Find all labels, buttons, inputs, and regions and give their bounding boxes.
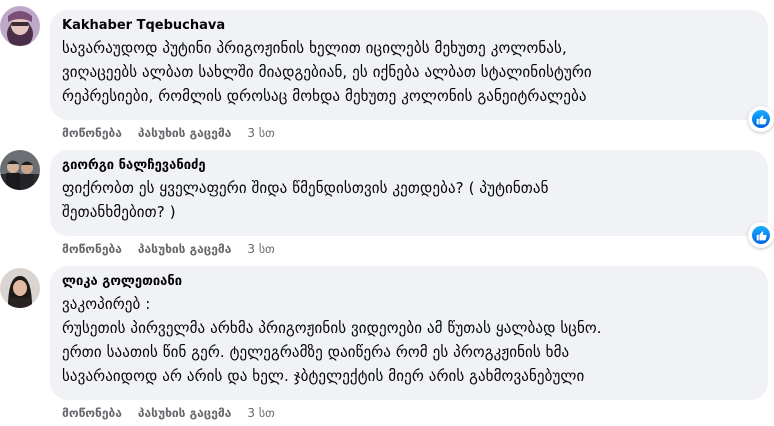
comment-text-line: ვაკოპირებ : [62,295,151,313]
comment-bubble: Kakhaber Tqebuchava სავარაუდოდ პუტინი პრ… [50,10,774,132]
profile-photo [0,6,40,46]
like-button[interactable]: მოწონება [62,125,122,141]
like-button[interactable]: მოწონება [62,405,122,421]
profile-photo [0,268,40,308]
timestamp[interactable]: 3 სთ [247,241,274,257]
like-icon [752,226,770,244]
reply-button[interactable]: პასუხის გაცემა [138,405,231,421]
comment-text-line: რეპრესიები, რომლის დროსაც მოხდა მეხუთე კ… [62,87,587,105]
comment-bubble: გიორგი ნალჩევანიძე ფიქრობთ ეს ყველაფერი … [50,150,774,248]
like-icon [752,110,770,128]
avatar[interactable] [0,6,40,46]
comment-bubble: ლიკა გოლეთიანი ვაკოპირებ : რუსეთის პირვე… [50,266,768,400]
comment-actions: მოწონება პასუხის გაცემა 3 სთ [62,405,275,421]
comment-text-line: სავარაიდოდ არ არის და ხელ. ჯბტელექტის მი… [62,367,585,385]
comment-text-line: შეთანხმებით? ) [62,203,176,221]
reply-button[interactable]: პასუხის გაცემა [138,125,231,141]
comment-text-line: ვიღაცეებს ალბათ სახლში მიადგებიან, ეს იქ… [62,63,592,81]
timestamp[interactable]: 3 სთ [247,405,274,421]
reply-button[interactable]: პასუხის გაცემა [138,241,231,257]
like-button[interactable]: მოწონება [62,241,122,257]
comment-author[interactable]: Kakhaber Tqebuchava [62,18,754,34]
timestamp[interactable]: 3 სთ [247,125,274,141]
avatar[interactable] [0,268,40,308]
avatar[interactable] [0,150,40,190]
comment-author[interactable]: ლიკა გოლეთიანი [62,274,754,290]
comment-text-line: ფიქრობთ ეს ყველაფერი შიდა წმენდისთვის კე… [62,179,549,197]
comment-text-line: ერთი საათის წინ გერ. ტელეგრამზე დაიწერა … [62,343,570,361]
comment-actions: მოწონება პასუხის გაცემა 3 სთ [62,125,275,141]
reaction-badge[interactable] [748,222,774,248]
comment-text-line: სავარაუდოდ პუტინი პრიგოჟინის ხელით იცილე… [62,39,567,57]
comment-actions: მოწონება პასუხის გაცემა 3 სთ [62,241,275,257]
profile-photo [0,150,40,190]
comment-text-line: რუსეთის პირველმა არხმა პრიგოჟინის ვიდეოე… [62,319,602,337]
reaction-badge[interactable] [748,106,774,132]
comment-author[interactable]: გიორგი ნალჩევანიძე [62,158,754,174]
